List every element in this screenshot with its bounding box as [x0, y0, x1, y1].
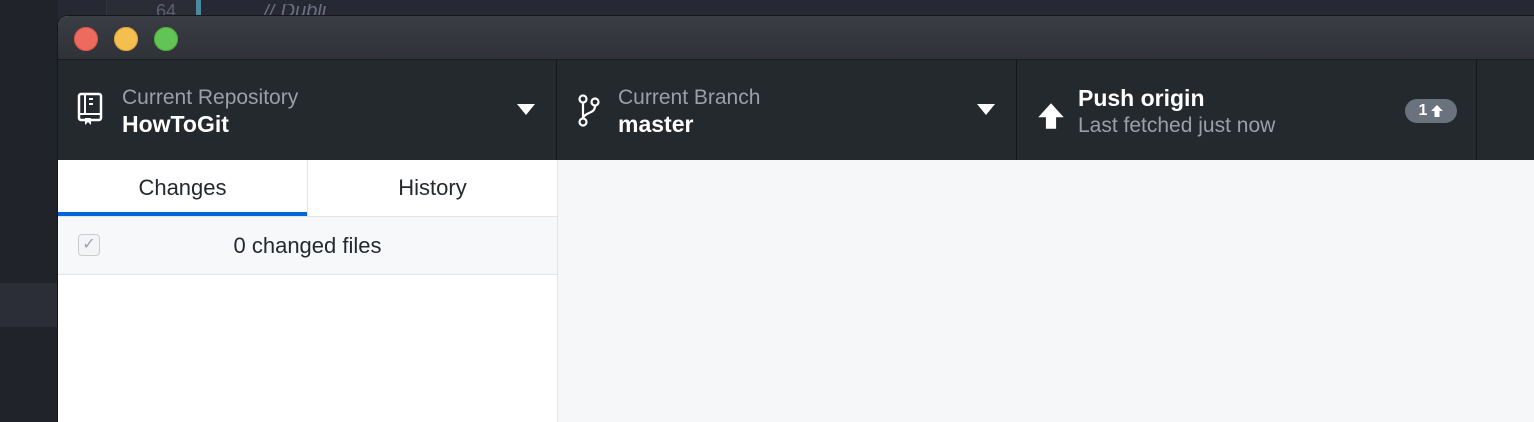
last-fetched-text: Last fetched just now	[1078, 114, 1276, 137]
tab-history[interactable]: History	[307, 160, 557, 216]
current-repository-label: Current Repository	[122, 86, 299, 109]
push-origin-title: Push origin	[1078, 85, 1205, 111]
sidebar-tabs: Changes History	[58, 160, 557, 217]
current-repository-name: HowToGit	[122, 111, 229, 137]
editor-gutter	[0, 0, 58, 422]
window-titlebar[interactable]	[58, 16, 1534, 60]
current-branch-dropdown[interactable]: Current Branch master	[557, 60, 1017, 160]
editor-code-line: // Dubli	[264, 4, 327, 16]
push-origin-button[interactable]: Push origin Last fetched just now 1	[1017, 60, 1477, 160]
editor-line-number: 64	[156, 4, 177, 16]
chevron-down-icon	[977, 104, 995, 115]
git-branch-icon	[578, 94, 600, 127]
tab-changes[interactable]: Changes	[58, 160, 307, 216]
current-branch-label: Current Branch	[618, 86, 761, 109]
arrow-up-icon	[1038, 103, 1064, 129]
window-close-button[interactable]	[74, 27, 98, 51]
app-toolbar: Current Repository HowToGit Current Bran…	[58, 60, 1534, 160]
changes-list-header: ✓ 0 changed files	[58, 217, 557, 275]
chevron-down-icon	[517, 104, 535, 115]
github-desktop-window: Current Repository HowToGit Current Bran…	[58, 16, 1534, 422]
arrow-up-icon	[1431, 105, 1444, 117]
commits-ahead-badge: 1	[1405, 99, 1457, 123]
changed-files-count: 0 changed files	[233, 233, 382, 258]
changes-sidebar: Changes History ✓ 0 changed files	[58, 160, 558, 422]
window-minimize-button[interactable]	[114, 27, 138, 51]
commits-ahead-count: 1	[1418, 102, 1428, 119]
editor-gutter-highlight	[0, 283, 58, 327]
diff-view-area	[558, 160, 1534, 422]
window-zoom-button[interactable]	[154, 27, 178, 51]
repo-icon	[77, 92, 103, 125]
current-repository-dropdown[interactable]: Current Repository HowToGit	[58, 60, 557, 160]
current-branch-name: master	[618, 111, 694, 137]
